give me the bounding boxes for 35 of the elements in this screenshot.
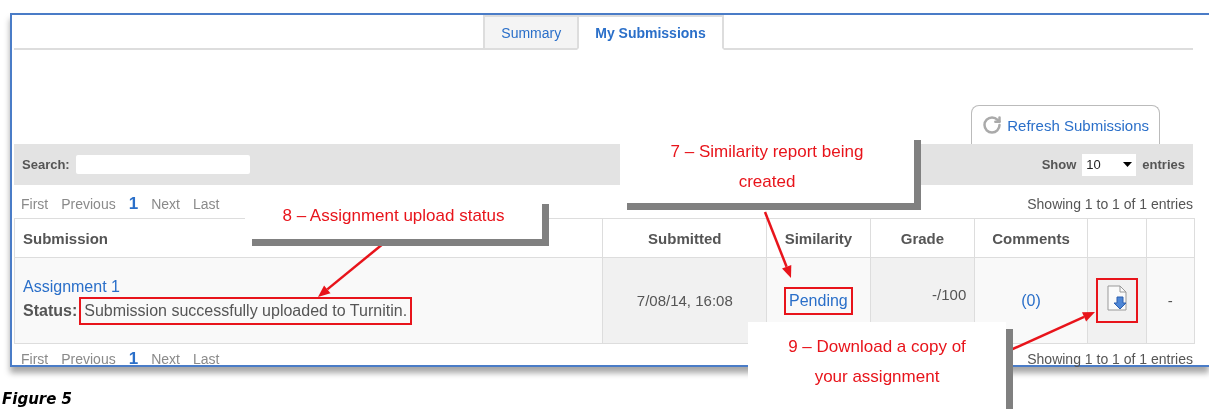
page-link[interactable]: 1	[125, 194, 142, 214]
search-field[interactable]	[75, 155, 250, 174]
entries-label: entries	[1142, 157, 1185, 172]
table-cell: 7/08/14, 16:08	[602, 257, 767, 344]
assignment-link[interactable]: Assignment 1	[23, 276, 120, 297]
page-link[interactable]: Last	[189, 196, 223, 212]
column-header: Similarity	[766, 218, 871, 258]
table-cell: -	[1146, 257, 1195, 344]
similarity-link[interactable]: Pending	[789, 290, 848, 311]
page-link[interactable]: Last	[189, 351, 223, 367]
column-header: Submitted	[602, 218, 767, 258]
tab[interactable]: My Submissions	[577, 15, 724, 50]
show-label: Show	[1041, 157, 1077, 172]
page-link[interactable]: First	[18, 351, 52, 367]
page-link[interactable]: Previous	[58, 196, 119, 212]
column-header: Comments	[974, 218, 1088, 258]
refresh-icon	[982, 115, 1003, 135]
page-link[interactable]: Next	[148, 351, 183, 367]
entries-info: Showing 1 to 1 of 1 entries	[1027, 196, 1193, 212]
figure-caption: Figure 5	[2, 390, 74, 408]
status-text: Submission successfully uploaded to Turnitin.	[84, 301, 408, 319]
page-link[interactable]: Next	[148, 196, 183, 212]
download-file-icon[interactable]	[1105, 285, 1128, 311]
refresh-button[interactable]: Refresh Submissions	[971, 105, 1160, 144]
comments-link[interactable]: (0)	[1021, 290, 1041, 311]
status-label: Status:	[23, 301, 78, 320]
entries-info: Showing 1 to 1 of 1 entries	[1027, 351, 1193, 367]
page-link[interactable]: Previous	[58, 351, 119, 367]
page-link[interactable]: 1	[125, 349, 142, 369]
tab[interactable]: Summary	[483, 15, 578, 48]
column-header: Grade	[870, 218, 975, 258]
page-link[interactable]: First	[18, 196, 52, 212]
search-label: Search:	[22, 157, 70, 172]
page-length-select[interactable]: 10	[1082, 153, 1137, 176]
caret-icon	[1123, 162, 1133, 167]
